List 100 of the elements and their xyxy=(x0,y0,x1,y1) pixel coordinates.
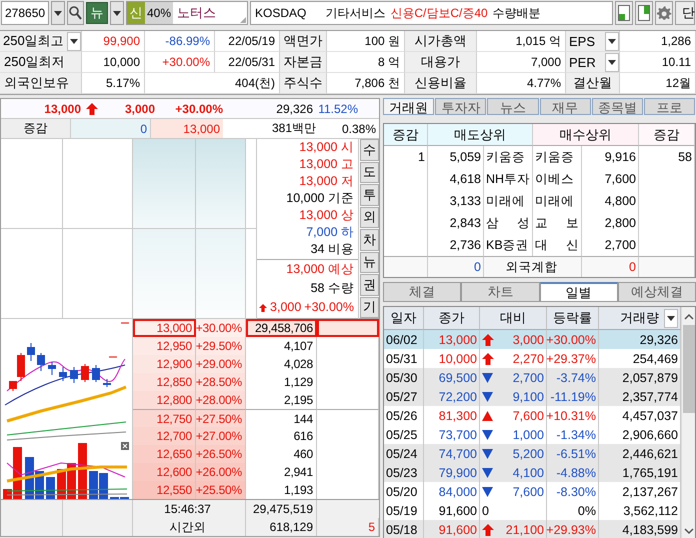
side-button[interactable]: 차 xyxy=(360,229,379,250)
news-button[interactable]: 뉴 xyxy=(86,2,108,24)
bid-price-cell[interactable]: 12,800 xyxy=(133,391,196,409)
dropdown-button[interactable] xyxy=(51,1,65,25)
expected-info-text: 58 수량 xyxy=(310,281,354,296)
bid-rate-cell: +28.50% xyxy=(196,373,246,391)
scroll-down-icon[interactable] xyxy=(684,527,694,535)
candle xyxy=(70,366,78,384)
column-header: 매수상위 xyxy=(533,124,639,146)
date-cell[interactable]: 05/24 xyxy=(384,444,424,463)
table-cell: 84,000 xyxy=(424,482,480,501)
side-button[interactable]: 수 xyxy=(360,139,379,160)
allocation-label: 수량배분 xyxy=(492,4,541,22)
table-cell: -3.74% xyxy=(547,368,599,387)
date-cell[interactable]: 05/23 xyxy=(384,463,424,482)
tab[interactable]: 거래원 xyxy=(383,98,434,115)
close-icon[interactable] xyxy=(121,442,129,450)
tab[interactable]: 체결 xyxy=(383,282,462,302)
table-cell: 5,059 xyxy=(428,146,484,168)
change-value: 2,700 xyxy=(512,370,544,384)
tab[interactable]: 투자자 xyxy=(435,98,486,115)
bid-volume-cell: 4,028 xyxy=(246,355,317,373)
side-button[interactable]: 투 xyxy=(360,184,379,206)
date-cell[interactable]: 05/20 xyxy=(384,482,424,501)
info-label: 시가총액 xyxy=(405,31,477,52)
table-cell: 13,000 xyxy=(424,330,480,349)
table-cell: 74,700 xyxy=(424,444,480,463)
table-cell: 9,916 xyxy=(582,146,639,168)
column-header: 대비 xyxy=(480,307,547,330)
bid-rate-cell: +28.00% xyxy=(196,391,246,409)
candle xyxy=(27,342,35,362)
bid-price-cell[interactable]: 12,900 xyxy=(133,355,196,373)
settings-icon[interactable] xyxy=(655,1,673,25)
column-header: 매도상위 xyxy=(428,124,533,146)
dropdown-button[interactable] xyxy=(67,32,81,50)
dropdown-button[interactable] xyxy=(110,1,124,25)
price-info-text: 13,000 고 xyxy=(299,157,354,172)
scroll-up-icon[interactable] xyxy=(684,313,694,321)
info-label: 250일최저 xyxy=(0,52,82,73)
bid-rate-cell: +27.00% xyxy=(196,427,246,445)
bid-volume-cell: 2,195 xyxy=(246,391,317,409)
table-cell: 79,900 xyxy=(424,463,480,482)
table-cell: 2,843 xyxy=(428,212,484,234)
column-header: 증감 xyxy=(384,124,428,146)
empty-cell xyxy=(317,409,379,427)
side-button[interactable]: 뉴 xyxy=(360,252,379,273)
tab[interactable]: 프로 xyxy=(644,98,696,115)
info-value: 1,286 xyxy=(620,31,696,52)
candle xyxy=(48,362,56,376)
bid-rate-cell: +26.00% xyxy=(196,463,246,481)
date-cell[interactable]: 05/30 xyxy=(384,368,424,387)
bid-total-cell: 13,000 xyxy=(151,119,223,138)
tab[interactable]: 예상체결 xyxy=(618,282,696,302)
change-value: 3,000 xyxy=(512,332,544,346)
date-cell[interactable]: 05/18 xyxy=(384,520,424,538)
price-marker xyxy=(108,356,118,358)
balance-label: 증감 xyxy=(1,119,71,138)
dropdown-button[interactable] xyxy=(605,52,619,72)
table-cell: 29,326 xyxy=(599,330,681,349)
bid-rate-cell: +26.50% xyxy=(196,445,246,463)
search-button[interactable] xyxy=(67,1,84,25)
broker-name: 키움증 xyxy=(533,146,582,168)
dropdown-button[interactable] xyxy=(605,32,619,50)
info-label: PER xyxy=(569,54,596,70)
bid-rate-cell: +27.50% xyxy=(196,409,246,427)
tab[interactable]: 종목별 xyxy=(592,98,643,115)
trade-volume: 29,326 xyxy=(275,102,313,116)
unit-button[interactable]: 단 xyxy=(675,1,695,25)
table-cell: 2,800 xyxy=(582,212,639,234)
scrollbar[interactable] xyxy=(681,307,695,538)
date-cell[interactable]: 05/27 xyxy=(384,387,424,406)
tab[interactable]: 차트 xyxy=(461,282,540,302)
change-value: 5,200 xyxy=(512,446,544,460)
table-cell: 2,357,774 xyxy=(599,387,681,406)
side-button[interactable]: 도 xyxy=(360,162,379,183)
date-cell[interactable]: 05/26 xyxy=(384,406,424,425)
tab[interactable]: 재무 xyxy=(540,98,591,115)
credit-info-label: 신용C/담보C/증40 xyxy=(390,4,488,22)
bid-price-cell[interactable]: 12,950 xyxy=(133,337,196,355)
foreign-buy-total: 0 xyxy=(582,256,639,277)
dropdown-button[interactable] xyxy=(664,309,678,328)
tab[interactable]: 뉴스 xyxy=(487,98,539,115)
layout-icon[interactable] xyxy=(635,1,653,25)
date-cell[interactable]: 06/02 xyxy=(384,330,424,349)
sector-label: 기타서비스 xyxy=(325,4,386,22)
stock-name-field[interactable]: 신 40% 노터스 xyxy=(126,1,248,25)
table-cell: 4,618 xyxy=(428,168,484,190)
tab[interactable]: 일별 xyxy=(540,282,618,302)
side-button[interactable]: 권 xyxy=(360,274,379,296)
layout-icon[interactable] xyxy=(615,1,633,25)
table-cell: 2,057,879 xyxy=(599,368,681,387)
bid-price-cell[interactable]: 13,000 xyxy=(133,319,196,337)
bid-price-cell[interactable]: 12,850 xyxy=(133,373,196,391)
after-hours-label: 시간외 xyxy=(133,518,246,536)
bid-rate-cell: +29.00% xyxy=(196,355,246,373)
info-label: 결산월 xyxy=(566,73,620,94)
side-button[interactable]: 외 xyxy=(360,206,379,228)
stock-code-field[interactable]: 278650 xyxy=(1,1,49,25)
side-button[interactable]: 기 xyxy=(360,296,379,318)
expected-info-text: 13,000 예상 xyxy=(286,262,354,277)
